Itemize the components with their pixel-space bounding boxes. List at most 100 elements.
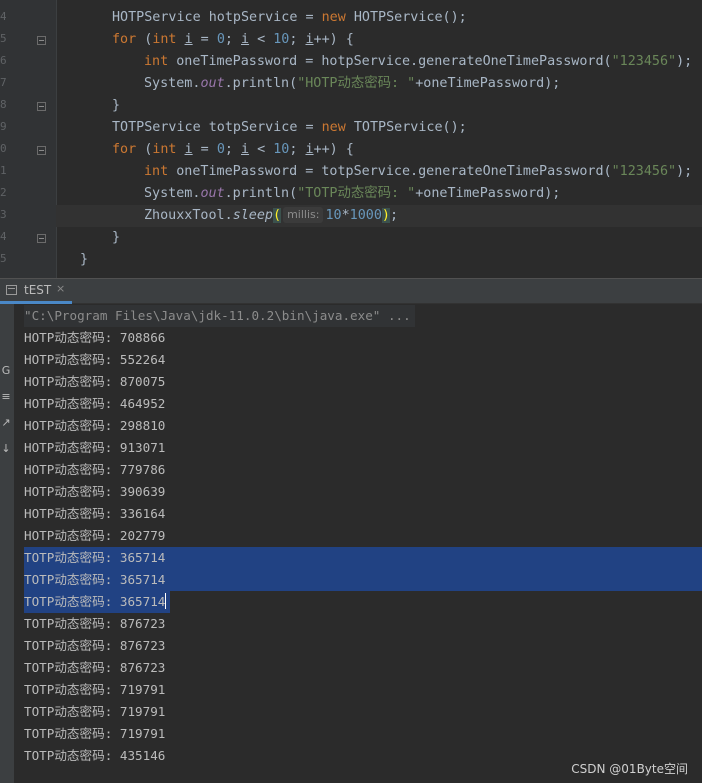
console-line-text: TOTP动态密码: 876723 (24, 638, 166, 653)
line-number: 6 (0, 54, 6, 67)
code-token: int (144, 54, 177, 69)
code-token: = (192, 142, 217, 157)
code-token: .println( (224, 186, 298, 201)
side-toolbar-icon[interactable]: ≡ (0, 390, 12, 408)
code-token: } (112, 98, 121, 113)
console-output-line[interactable]: HOTP动态密码: 779786 (24, 459, 165, 481)
console-line-text: TOTP动态密码: 876723 (24, 660, 166, 675)
line-number: 5 (0, 32, 6, 45)
console-output-line[interactable]: HOTP动态密码: 870075 (24, 371, 165, 393)
code-line[interactable]: } (56, 227, 702, 249)
code-token: "123456" (611, 164, 677, 179)
console-line-text: TOTP动态密码: 719791 (24, 704, 166, 719)
console-output-line[interactable]: HOTP动态密码: 336164 (24, 503, 165, 525)
console-output-line[interactable]: HOTP动态密码: 390639 (24, 481, 165, 503)
console-output-line[interactable]: HOTP动态密码: 202779 (24, 525, 165, 547)
console-line-text: HOTP动态密码: 336164 (24, 506, 166, 521)
console-line-text: HOTP动态密码: 202779 (24, 528, 166, 543)
code-token: * (341, 208, 350, 223)
line-number: 5 (0, 252, 6, 265)
code-token: ZhouxxTool. (144, 208, 233, 223)
side-toolbar-icon[interactable]: ↓ (0, 442, 12, 460)
code-token: i (241, 32, 250, 47)
console-output-line[interactable]: TOTP动态密码: 365714 (24, 547, 165, 569)
line-number: 0 (0, 142, 6, 155)
console-output-line[interactable]: HOTP动态密码: 913071 (24, 437, 165, 459)
console-line-text: HOTP动态密码: 464952 (24, 396, 166, 411)
line-number: 4 (0, 10, 6, 23)
console-output-line[interactable]: TOTP动态密码: 719791 (24, 723, 165, 745)
code-token: +oneTimePassword); (415, 186, 561, 201)
code-token: for (112, 32, 145, 47)
side-toolbar-icon[interactable]: ↗ (0, 416, 12, 434)
console-icon (6, 285, 17, 295)
parameter-hint: millis: (283, 207, 324, 223)
code-token: ); (676, 54, 693, 69)
code-token: 10 (325, 208, 342, 223)
code-token: int (152, 32, 185, 47)
console-output[interactable]: "C:\Program Files\Java\jdk-11.0.2\bin\ja… (14, 304, 702, 783)
code-line[interactable]: for (int i = 0; i < 10; i++) { (56, 139, 702, 161)
code-token: 0 (216, 142, 225, 157)
console-output-line[interactable]: TOTP动态密码: 365714 (24, 591, 167, 613)
code-token: int (144, 164, 177, 179)
console-output-line[interactable]: TOTP动态密码: 435146 (24, 745, 165, 767)
line-number: 7 (0, 76, 6, 89)
console-line-text: HOTP动态密码: 552264 (24, 352, 166, 367)
code-line[interactable]: for (int i = 0; i < 10; i++) { (56, 29, 702, 51)
code-token: ) (381, 208, 390, 223)
console-output-line[interactable]: TOTP动态密码: 876723 (24, 613, 165, 635)
code-line[interactable]: int oneTimePassword = hotpService.genera… (56, 51, 702, 73)
fold-marker-icon[interactable] (37, 36, 46, 45)
run-tab[interactable]: tEST × (0, 279, 72, 304)
text-caret (165, 593, 167, 609)
code-line[interactable]: HOTPService hotpService = new HOTPServic… (56, 7, 702, 29)
console-output-line[interactable]: HOTP动态密码: 552264 (24, 349, 165, 371)
line-number: 8 (0, 98, 6, 111)
code-token: int (152, 142, 185, 157)
code-line[interactable]: int oneTimePassword = totpService.genera… (56, 161, 702, 183)
console-output-line[interactable]: HOTP动态密码: 708866 (24, 327, 165, 349)
code-editor[interactable]: 4 5 6 7 8 9 0 1 2 3 4 5 HOTPService hotpService = n… (0, 0, 702, 278)
line-number: 9 (0, 120, 6, 133)
run-tab-label: tEST (24, 283, 52, 297)
code-token: 10 (273, 32, 290, 47)
code-line[interactable]: System.out.println("HOTP动态密码: "+oneTimeP… (56, 73, 702, 95)
code-token: ; (289, 32, 306, 47)
fold-marker-icon[interactable] (37, 102, 46, 111)
code-token: "123456" (611, 54, 677, 69)
code-line[interactable]: ZhouxxTool.sleep(millis: 10*1000); (56, 205, 702, 227)
run-side-toolbar: G ≡ ↗ ↓ (0, 304, 15, 783)
code-line[interactable]: } (56, 95, 702, 117)
console-output-line[interactable]: TOTP动态密码: 719791 (24, 679, 165, 701)
code-token: ; (224, 32, 241, 47)
console-output-line[interactable]: TOTP动态密码: 876723 (24, 635, 165, 657)
console-output-line[interactable]: TOTP动态密码: 365714 (24, 569, 165, 591)
code-line[interactable]: } (56, 249, 702, 271)
code-line[interactable]: System.out.println("TOTP动态密码: "+oneTimeP… (56, 183, 702, 205)
console-output-line[interactable]: TOTP动态密码: 876723 (24, 657, 165, 679)
code-token: System. (144, 76, 201, 91)
console-line-text: TOTP动态密码: 719791 (24, 726, 166, 741)
code-token: ); (676, 164, 693, 179)
close-icon[interactable]: × (56, 282, 65, 295)
code-token: ( (273, 208, 282, 223)
console-output-line[interactable]: HOTP动态密码: 298810 (24, 415, 165, 437)
fold-marker-icon[interactable] (37, 146, 46, 155)
code-token: "TOTP动态密码: " (297, 186, 416, 201)
line-number: 2 (0, 186, 6, 199)
console-line-text: HOTP动态密码: 708866 (24, 330, 166, 345)
code-token: 0 (216, 32, 225, 47)
console-output-line[interactable]: TOTP动态密码: 719791 (24, 701, 165, 723)
console-output-line[interactable]: HOTP动态密码: 464952 (24, 393, 165, 415)
code-token: HOTPService hotpService = (112, 10, 322, 25)
code-line[interactable]: TOTPService totpService = new TOTPServic… (56, 117, 702, 139)
console-line-text: TOTP动态密码: 876723 (24, 616, 166, 631)
console-line-text: HOTP动态密码: 870075 (24, 374, 166, 389)
code-token: 1000 (349, 208, 382, 223)
code-token: for (112, 142, 145, 157)
code-token: ; (289, 142, 306, 157)
fold-marker-icon[interactable] (37, 234, 46, 243)
code-token: } (80, 252, 89, 267)
side-toolbar-icon[interactable]: G (0, 364, 12, 382)
